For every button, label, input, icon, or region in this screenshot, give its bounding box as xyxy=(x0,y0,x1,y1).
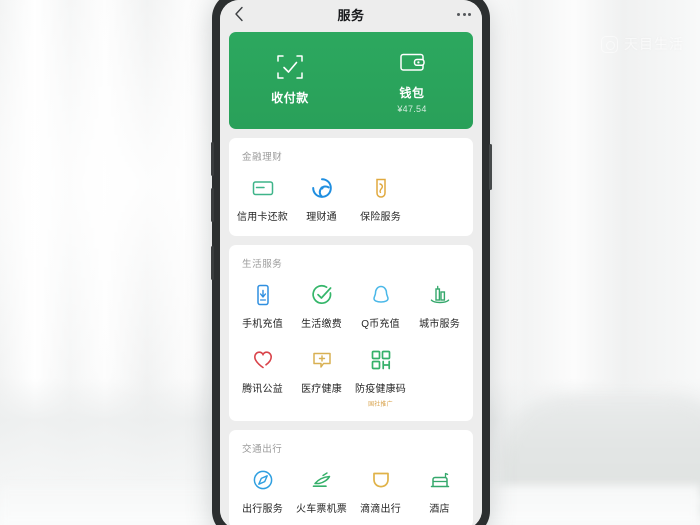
tile-label: 火车票机票 xyxy=(296,504,347,515)
page-title: 服务 xyxy=(337,7,365,23)
service-tile-didi[interactable]: 滴滴出行 xyxy=(351,464,410,515)
volume-down-button[interactable] xyxy=(210,188,214,222)
qq-penguin-icon xyxy=(369,282,393,308)
service-tile-health-code[interactable]: 防疫健康码 国社推广 xyxy=(351,344,410,408)
service-tile-licaitong[interactable]: 理财通 xyxy=(292,172,351,223)
service-tile-mobile-topup[interactable]: 手机充值 xyxy=(233,279,292,330)
circle-logo-icon xyxy=(601,35,618,53)
mobile-phone-icon xyxy=(251,282,275,308)
hero-cell-pay[interactable]: 收付款 xyxy=(229,52,351,109)
tile-label: 滴滴出行 xyxy=(360,504,401,515)
watermark-text: 天目生活 xyxy=(624,36,684,52)
service-tile-qcoin[interactable]: Q币充值 xyxy=(351,279,410,330)
tile-label: 生活缴费 xyxy=(301,319,342,330)
tile-label: Q币充值 xyxy=(361,319,400,330)
service-tile-credit-card[interactable]: 信用卡还款 xyxy=(233,172,292,223)
more-dots-icon[interactable] xyxy=(457,12,471,16)
section-finance: 金融理财 信用卡还款 理财通 保险服务 xyxy=(229,138,473,236)
hero-label: 收付款 xyxy=(271,91,309,105)
city-service-icon xyxy=(428,282,452,308)
section-title: 交通出行 xyxy=(242,444,283,455)
hotel-bed-icon xyxy=(428,467,452,493)
didi-shield-icon xyxy=(369,467,393,493)
insurance-icon xyxy=(369,175,393,201)
licaitong-icon xyxy=(310,175,334,201)
service-tile-charity[interactable]: 腾讯公益 xyxy=(233,344,292,408)
section-title: 金融理财 xyxy=(242,152,283,163)
tile-label: 理财通 xyxy=(306,212,337,223)
volume-up-button[interactable] xyxy=(210,142,214,176)
grid-spacer xyxy=(410,344,469,408)
tile-label: 酒店 xyxy=(429,504,450,515)
hero-cell-wallet[interactable]: 钱包 ¥47.54 xyxy=(351,47,473,114)
scene-background: 天目生活 服务 收付款 钱包 ¥47.54 金融理财 信用卡还款 理财通 保险服… xyxy=(0,0,700,525)
section-title: 生活服务 xyxy=(242,259,283,270)
service-tile-travel-service[interactable]: 出行服务 xyxy=(233,464,292,515)
tile-label: 手机充值 xyxy=(242,319,283,330)
service-tile-insurance[interactable]: 保险服务 xyxy=(351,172,410,223)
tile-label: 防疫健康码 xyxy=(355,384,406,395)
service-tile-utility-bill[interactable]: 生活缴费 xyxy=(292,279,351,330)
service-list-scroll[interactable]: 收付款 钱包 ¥47.54 金融理财 信用卡还款 理财通 保险服务 生活服务 手… xyxy=(220,28,482,525)
medical-cross-icon xyxy=(310,347,334,373)
tile-label: 保险服务 xyxy=(360,212,401,223)
wallet-balance: ¥47.54 xyxy=(397,104,427,114)
section-life-services: 生活服务 手机充值 生活缴费 Q币充值 城市服务 腾讯公益 医疗健康 防疫健康码… xyxy=(229,245,473,421)
service-grid: 手机充值 生活缴费 Q币充值 城市服务 腾讯公益 医疗健康 防疫健康码 国社推广 xyxy=(229,279,473,408)
phone-device: 服务 收付款 钱包 ¥47.54 金融理财 信用卡还款 理财通 保险服务 生活服… xyxy=(210,0,492,525)
utility-bill-icon xyxy=(310,282,334,308)
tile-label: 医疗健康 xyxy=(301,384,342,395)
side-button[interactable] xyxy=(210,246,214,280)
train-ticket-icon xyxy=(310,467,334,493)
service-tile-train-flight[interactable]: 火车票机票 xyxy=(292,464,351,515)
service-grid: 出行服务 火车票机票 滴滴出行 酒店 xyxy=(229,464,473,515)
tile-label: 腾讯公益 xyxy=(242,384,283,395)
service-grid: 信用卡还款 理财通 保险服务 xyxy=(229,172,473,223)
hero-label: 钱包 xyxy=(399,86,425,100)
navigation-bar: 服务 xyxy=(220,0,482,28)
heart-charity-icon xyxy=(251,347,275,373)
wallet-icon xyxy=(398,47,426,77)
service-tile-city-service[interactable]: 城市服务 xyxy=(410,279,469,330)
phone-screen: 服务 收付款 钱包 ¥47.54 金融理财 信用卡还款 理财通 保险服务 生活服… xyxy=(220,0,482,525)
watermark: 天目生活 xyxy=(601,34,684,54)
power-button[interactable] xyxy=(488,144,492,190)
service-tile-hotel[interactable]: 酒店 xyxy=(410,464,469,515)
scan-qr-icon xyxy=(276,52,304,82)
grid-spacer xyxy=(410,172,469,223)
section-transport: 交通出行 出行服务 火车票机票 滴滴出行 酒店 xyxy=(229,430,473,525)
tile-label: 出行服务 xyxy=(242,504,283,515)
health-qr-code-icon xyxy=(369,347,393,373)
promo-tag: 国社推广 xyxy=(368,401,393,408)
navigation-compass-icon xyxy=(251,467,275,493)
tile-label: 信用卡还款 xyxy=(237,212,288,223)
wallet-hero-card: 收付款 钱包 ¥47.54 xyxy=(229,32,473,129)
tile-label: 城市服务 xyxy=(419,319,460,330)
credit-card-icon xyxy=(251,175,275,201)
service-tile-medical[interactable]: 医疗健康 xyxy=(292,344,351,408)
